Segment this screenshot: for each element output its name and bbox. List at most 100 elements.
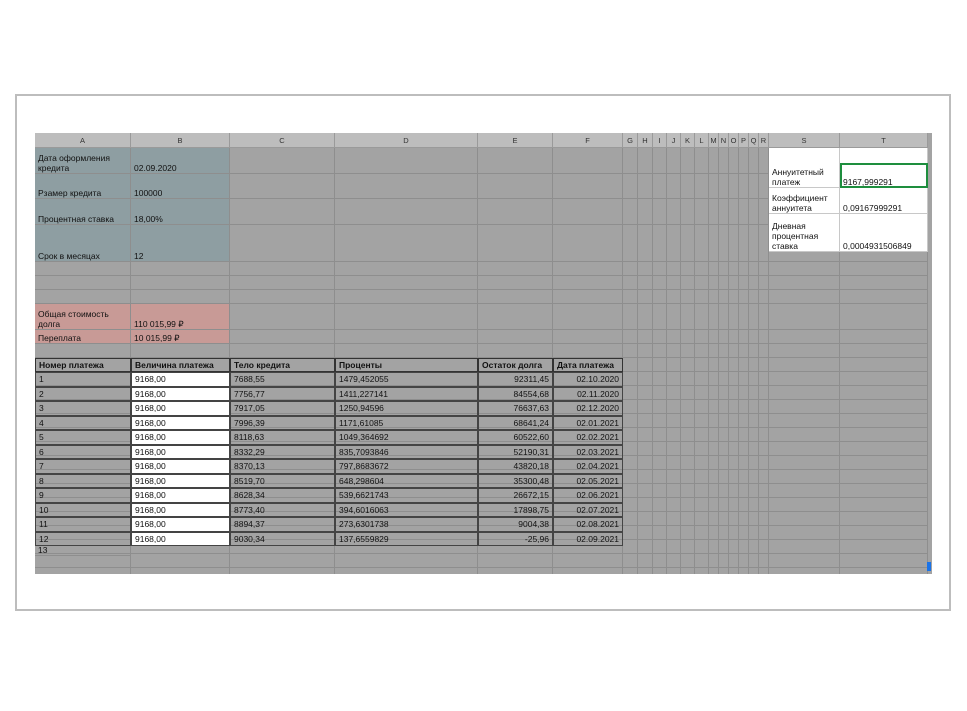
grid-cell[interactable] [667, 386, 681, 400]
grid-cell[interactable] [729, 330, 739, 344]
grid-cell[interactable] [729, 470, 739, 484]
grid-cell[interactable] [719, 304, 729, 330]
grid-cell[interactable] [709, 400, 719, 414]
grid-cell[interactable] [759, 400, 769, 414]
grid-cell[interactable] [623, 428, 638, 442]
grid-cell[interactable] [840, 568, 928, 574]
grid-cell[interactable] [759, 358, 769, 372]
grid-cell[interactable] [335, 290, 478, 304]
grid-cell[interactable] [623, 330, 638, 344]
grid-cell[interactable] [739, 225, 749, 262]
grid-cell[interactable] [739, 304, 749, 330]
grid-cell[interactable] [230, 276, 335, 290]
table-cell[interactable]: 9168,00 [131, 488, 230, 503]
grid-cell[interactable] [749, 262, 759, 276]
grid-cell[interactable] [695, 199, 709, 225]
grid-cell[interactable] [623, 344, 638, 358]
grid-cell[interactable] [769, 400, 840, 414]
grid-cell[interactable] [840, 554, 928, 568]
grid-cell[interactable] [681, 304, 695, 330]
grid-cell[interactable] [667, 225, 681, 262]
grid-cell[interactable] [759, 386, 769, 400]
grid-cell[interactable] [667, 358, 681, 372]
grid-cell[interactable] [653, 526, 667, 540]
grid-cell[interactable] [709, 456, 719, 470]
grid-cell[interactable] [667, 428, 681, 442]
grid-cell[interactable] [739, 358, 749, 372]
grid-cell[interactable] [719, 414, 729, 428]
grid-cell[interactable] [739, 540, 749, 554]
grid-cell[interactable] [131, 276, 230, 290]
grid-cell[interactable] [638, 262, 653, 276]
grid-cell[interactable] [681, 174, 695, 199]
table-cell[interactable]: 9168,00 [131, 473, 230, 488]
grid-cell[interactable] [709, 498, 719, 512]
table-cell[interactable]: 7756,77 [230, 386, 335, 401]
grid-cell[interactable] [769, 386, 840, 400]
column-header[interactable]: G [623, 133, 638, 148]
grid-cell[interactable] [759, 568, 769, 574]
table-cell[interactable]: 02.04.2021 [553, 459, 623, 474]
grid-cell[interactable] [749, 358, 759, 372]
grid-cell[interactable] [695, 400, 709, 414]
grid-cell[interactable] [653, 290, 667, 304]
grid-cell[interactable] [840, 526, 928, 540]
grid-cell[interactable] [749, 526, 759, 540]
grid-cell[interactable] [638, 358, 653, 372]
grid-cell[interactable] [667, 414, 681, 428]
grid-cell[interactable] [230, 330, 335, 344]
grid-cell[interactable] [131, 568, 230, 574]
grid-cell[interactable] [623, 174, 638, 199]
grid-cell[interactable] [709, 568, 719, 574]
grid-cell[interactable] [230, 290, 335, 304]
grid-cell[interactable] [623, 470, 638, 484]
grid-cell[interactable] [335, 225, 478, 262]
table-cell[interactable]: 9168,00 [131, 517, 230, 532]
table-cell[interactable]: 92311,45 [478, 372, 553, 387]
grid-cell[interactable] [719, 568, 729, 574]
totals-value[interactable]: 10 015,99 ₽ [131, 330, 230, 344]
grid-cell[interactable] [709, 414, 719, 428]
grid-cell[interactable] [695, 526, 709, 540]
grid-cell[interactable] [653, 262, 667, 276]
table-cell[interactable]: 1411,227141 [335, 386, 478, 401]
grid-cell[interactable] [729, 304, 739, 330]
table-cell[interactable]: 52190,31 [478, 444, 553, 459]
grid-cell[interactable] [729, 290, 739, 304]
table-cell[interactable]: 7996,39 [230, 415, 335, 430]
grid-cell[interactable] [759, 442, 769, 456]
grid-cell[interactable] [695, 290, 709, 304]
grid-cell[interactable] [638, 304, 653, 330]
grid-cell[interactable] [667, 290, 681, 304]
table-cell[interactable]: 5 [35, 430, 131, 445]
grid-cell[interactable] [653, 484, 667, 498]
grid-cell[interactable] [638, 484, 653, 498]
grid-cell[interactable] [653, 174, 667, 199]
grid-cell[interactable] [681, 276, 695, 290]
grid-cell[interactable] [335, 262, 478, 276]
table-cell[interactable]: 8370,13 [230, 459, 335, 474]
table-cell[interactable]: 137,6559829 [335, 531, 478, 546]
grid-cell[interactable] [739, 290, 749, 304]
table-cell[interactable]: 8773,40 [230, 502, 335, 517]
grid-cell[interactable] [769, 304, 840, 330]
grid-cell[interactable] [840, 262, 928, 276]
grid-cell[interactable] [681, 554, 695, 568]
grid-cell[interactable] [719, 498, 729, 512]
table-cell[interactable]: 539,6621743 [335, 488, 478, 503]
grid-cell[interactable] [623, 568, 638, 574]
grid-cell[interactable] [749, 498, 759, 512]
grid-cell[interactable] [739, 400, 749, 414]
grid-cell[interactable] [840, 428, 928, 442]
table-cell[interactable]: 9168,00 [131, 459, 230, 474]
spreadsheet-grid[interactable]: A B C D E F G H I J K L M N O P Q R S T Дата оформления кред… [35, 133, 932, 574]
grid-cell[interactable] [749, 400, 759, 414]
grid-cell[interactable] [478, 554, 553, 568]
table-cell[interactable]: 1479,452055 [335, 372, 478, 387]
grid-cell[interactable] [749, 174, 759, 199]
grid-cell[interactable] [478, 199, 553, 225]
info-value[interactable]: 12 [131, 225, 230, 262]
grid-cell[interactable] [667, 568, 681, 574]
grid-cell[interactable] [709, 554, 719, 568]
grid-cell[interactable] [729, 174, 739, 199]
